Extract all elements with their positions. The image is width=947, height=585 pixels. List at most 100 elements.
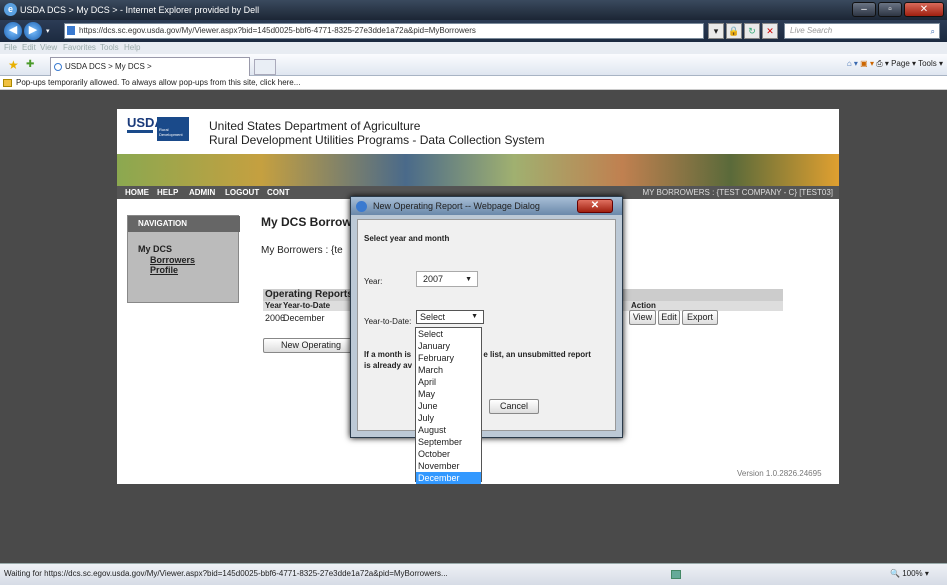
export-button[interactable]: Export xyxy=(682,310,718,325)
cancel-button[interactable]: Cancel xyxy=(489,399,539,414)
breadcrumb: MY BORROWERS : {TEST COMPANY - C} [TEST0… xyxy=(642,188,833,197)
search-input[interactable]: Live Search ⌕ xyxy=(784,23,940,39)
year-value: 2007 xyxy=(423,274,444,284)
row-month: December xyxy=(283,313,325,323)
navigation-box: NAVIGATION My DCS Borrowers Profile xyxy=(127,215,240,303)
add-favorite-icon[interactable]: ✚ xyxy=(26,59,34,70)
option-december[interactable]: December xyxy=(416,472,481,484)
new-operating-report-dialog: New Operating Report -- Webpage Dialog ✕… xyxy=(350,196,623,438)
option-september[interactable]: September xyxy=(416,436,481,448)
menu-help[interactable]: Help xyxy=(124,42,140,54)
option-may[interactable]: May xyxy=(416,388,481,400)
menu-help-link[interactable]: HELP xyxy=(157,186,178,199)
menu-logout[interactable]: LOGOUT xyxy=(225,186,259,199)
tab-label: USDA DCS > My DCS > xyxy=(65,62,152,71)
month-dropdown-list: Select January February March April May … xyxy=(415,327,482,484)
version-label: Version 1.0.2826.24695 xyxy=(737,469,822,478)
option-february[interactable]: February xyxy=(416,352,481,364)
banner-image xyxy=(117,154,839,186)
option-october[interactable]: October xyxy=(416,448,481,460)
option-april[interactable]: April xyxy=(416,376,481,388)
stop-icon[interactable]: ✕ xyxy=(762,23,778,39)
option-november[interactable]: November xyxy=(416,460,481,472)
option-june[interactable]: June xyxy=(416,400,481,412)
note-part-c: is already av xyxy=(364,361,413,370)
address-row: ◀ ▶ ▾ https://dcs.sc.egov.usda.gov/My/Vi… xyxy=(0,20,947,42)
rural-development-logo: Rural Development xyxy=(157,117,189,141)
option-january[interactable]: January xyxy=(416,340,481,352)
page-tools-menu[interactable]: Page ▾ Tools ▾ xyxy=(891,59,943,68)
command-bar: ⌂ ▾ ▣ ▾ ⎙ ▾ Page ▾ Tools ▾ xyxy=(847,59,943,69)
dialog-note: If a month is e list, an unsubmitted rep… xyxy=(364,349,610,371)
status-bar: Waiting for https://dcs.sc.egov.usda.gov… xyxy=(0,563,947,585)
menu-bar: File Edit View Favorites Tools Help xyxy=(0,42,947,54)
dialog-title: New Operating Report -- Webpage Dialog xyxy=(373,201,540,211)
ytd-select[interactable]: Select ▼ xyxy=(416,310,484,324)
address-bar[interactable]: https://dcs.sc.egov.usda.gov/My/Viewer.a… xyxy=(64,23,704,39)
page-title: My DCS Borrow xyxy=(261,215,352,229)
lock-icon[interactable]: 🔒 xyxy=(726,23,742,39)
nav-profile-link[interactable]: Profile xyxy=(150,265,178,275)
print-icon[interactable]: ⎙ ▾ xyxy=(876,59,889,68)
info-bar[interactable]: Pop-ups temporarily allowed. To always a… xyxy=(0,76,947,90)
minimize-button[interactable]: – xyxy=(852,2,876,17)
menu-tools[interactable]: Tools xyxy=(100,42,119,54)
info-bar-text: Pop-ups temporarily allowed. To always a… xyxy=(16,78,301,87)
dropdown-icon[interactable]: ▾ xyxy=(708,23,724,39)
edit-button[interactable]: Edit xyxy=(658,310,680,325)
menu-admin[interactable]: ADMIN xyxy=(189,186,215,199)
menu-edit[interactable]: Edit xyxy=(22,42,36,54)
tab-bar: ★ ✚ USDA DCS > My DCS > ⌂ ▾ ▣ ▾ ⎙ ▾ Page… xyxy=(0,54,947,76)
nav-borrowers-link[interactable]: Borrowers xyxy=(150,255,195,265)
option-march[interactable]: March xyxy=(416,364,481,376)
address-buttons: ▾ 🔒 ↻ ✕ xyxy=(708,23,780,39)
dialog-prompt: Select year and month xyxy=(364,234,450,243)
zone-icon xyxy=(671,570,681,579)
favorites-star-icon[interactable]: ★ xyxy=(8,58,19,72)
year-label: Year: xyxy=(364,277,383,286)
home-icon[interactable]: ⌂ ▾ xyxy=(847,59,858,68)
search-placeholder: Live Search xyxy=(790,26,833,35)
rural-logo-text: Rural Development xyxy=(159,127,183,137)
menu-view[interactable]: View xyxy=(40,42,57,54)
new-tab-button[interactable] xyxy=(254,59,276,75)
view-button[interactable]: View xyxy=(629,310,656,325)
ytd-label: Year-to-Date: xyxy=(364,317,412,326)
note-part-a: If a month is xyxy=(364,350,412,359)
menu-home[interactable]: HOME xyxy=(125,186,149,199)
year-select[interactable]: 2007 ▼ xyxy=(416,271,478,287)
nav-my-dcs: My DCS xyxy=(138,244,173,254)
history-dropdown-icon[interactable]: ▾ xyxy=(46,27,50,35)
status-text: Waiting for https://dcs.sc.egov.usda.gov… xyxy=(4,569,448,578)
page-icon xyxy=(67,26,75,35)
menu-favorites[interactable]: Favorites xyxy=(63,42,96,54)
org-name: United States Department of Agriculture xyxy=(209,119,421,133)
dialog-close-button[interactable]: ✕ xyxy=(577,199,613,213)
refresh-icon[interactable]: ↻ xyxy=(744,23,760,39)
search-icon[interactable]: ⌕ xyxy=(931,25,935,39)
usda-logo: USDA xyxy=(127,115,164,133)
ie-dialog-icon xyxy=(356,201,367,212)
zoom-value: 100% xyxy=(902,569,923,578)
system-name: Rural Development Utilities Programs - D… xyxy=(209,133,545,147)
back-button[interactable]: ◀ xyxy=(4,22,22,40)
forward-button[interactable]: ▶ xyxy=(24,22,42,40)
menu-file[interactable]: File xyxy=(4,42,17,54)
chevron-down-icon: ▼ xyxy=(471,313,478,320)
feeds-icon[interactable]: ▣ ▾ xyxy=(860,59,874,68)
option-august[interactable]: August xyxy=(416,424,481,436)
new-operating-report-button[interactable]: New Operating xyxy=(263,338,359,353)
ytd-value: Select xyxy=(420,312,446,322)
close-window-button[interactable]: ✕ xyxy=(904,2,944,17)
zoom-level[interactable]: 🔍 100% ▾ xyxy=(890,564,929,584)
option-select[interactable]: Select xyxy=(416,328,481,340)
loading-icon xyxy=(54,63,62,71)
tab-usda-dcs[interactable]: USDA DCS > My DCS > xyxy=(50,57,250,76)
col-year: Year xyxy=(265,301,282,310)
maximize-button[interactable]: ▫ xyxy=(878,2,902,17)
menu-contact[interactable]: CONT xyxy=(267,186,290,199)
chevron-down-icon: ▼ xyxy=(465,276,472,283)
option-july[interactable]: July xyxy=(416,412,481,424)
ie-icon: e xyxy=(4,3,17,16)
col-ytd: Year-to-Date xyxy=(283,301,331,310)
